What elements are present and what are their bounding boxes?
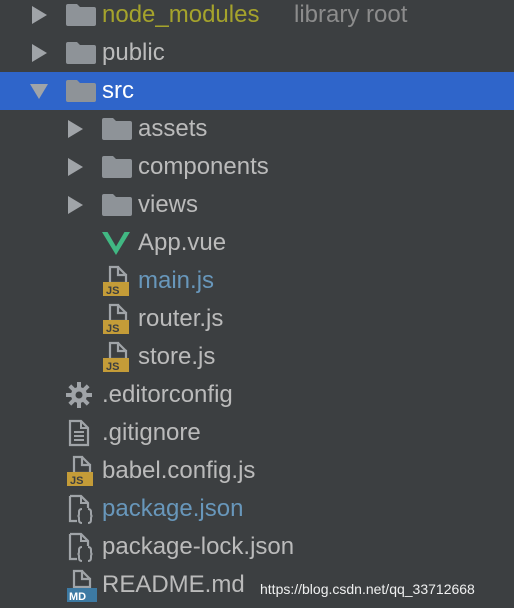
svg-text:MD: MD	[69, 591, 86, 603]
expand-arrow-icon[interactable]	[32, 6, 47, 24]
folder-icon	[102, 118, 132, 140]
text-file-icon	[68, 419, 90, 447]
tree-item-public[interactable]: public	[0, 34, 514, 72]
js-file-icon: JS	[103, 341, 129, 373]
expand-arrow-icon[interactable]	[68, 120, 83, 138]
tree-item-label: package.json	[102, 495, 244, 522]
vue-icon	[102, 232, 130, 255]
gear-icon	[66, 382, 92, 408]
js-file-icon: JS	[67, 455, 93, 487]
svg-text:JS: JS	[70, 475, 83, 487]
tree-item-store-js[interactable]: JS store.js	[0, 338, 514, 376]
tree-item-label: public	[102, 39, 165, 66]
svg-text:JS: JS	[106, 323, 119, 335]
tree-item-label: .gitignore	[102, 419, 201, 446]
expand-arrow-icon[interactable]	[68, 196, 83, 214]
tree-item-label: babel.config.js	[102, 457, 256, 484]
tree-item-src[interactable]: src	[0, 72, 514, 110]
tree-item-label: router.js	[138, 305, 224, 332]
tree-item-label: App.vue	[138, 229, 227, 256]
tree-item-label: package-lock.json	[102, 533, 295, 560]
folder-icon	[102, 156, 132, 178]
tree-item-main-js[interactable]: JS main.js	[0, 262, 514, 300]
tree-item-node-modules[interactable]: node_modules library root	[0, 0, 514, 34]
tree-item-label: assets	[138, 115, 208, 142]
folder-icon	[66, 80, 96, 102]
tree-item-package-json[interactable]: package.json	[0, 490, 514, 528]
tree-item-views[interactable]: views	[0, 186, 514, 224]
tree-item-editorconfig[interactable]: .editorconfig	[0, 376, 514, 414]
markdown-file-icon: MD	[67, 569, 97, 603]
tree-item-label: README.md	[102, 571, 245, 598]
svg-text:JS: JS	[106, 285, 119, 297]
js-file-icon: JS	[103, 265, 129, 297]
js-file-icon: JS	[103, 303, 129, 335]
expand-arrow-icon[interactable]	[68, 158, 83, 176]
tree-item-label: components	[138, 153, 269, 180]
library-root-hint: library root	[294, 1, 408, 28]
tree-item-label: store.js	[138, 343, 216, 370]
folder-icon	[66, 4, 96, 26]
json-file-icon	[68, 532, 93, 562]
collapse-arrow-icon[interactable]	[30, 84, 48, 99]
tree-item-label: src	[102, 77, 134, 104]
tree-item-router-js[interactable]: JS router.js	[0, 300, 514, 338]
project-tree: node_modules library root public src ass…	[0, 0, 514, 608]
tree-item-app-vue[interactable]: App.vue	[0, 224, 514, 262]
folder-icon	[102, 194, 132, 216]
tree-item-gitignore[interactable]: .gitignore	[0, 414, 514, 452]
watermark-text: https://blog.csdn.net/qq_33712668	[260, 581, 475, 597]
tree-item-package-lock-json[interactable]: package-lock.json	[0, 528, 514, 566]
svg-text:JS: JS	[106, 361, 119, 373]
folder-icon	[66, 42, 96, 64]
expand-arrow-icon[interactable]	[32, 44, 47, 62]
tree-item-label: main.js	[138, 267, 215, 294]
json-file-icon	[68, 494, 93, 524]
tree-item-components[interactable]: components	[0, 148, 514, 186]
tree-item-label: views	[138, 191, 199, 218]
tree-item-babel-config-js[interactable]: JS babel.config.js	[0, 452, 514, 490]
tree-item-assets[interactable]: assets	[0, 110, 514, 148]
tree-item-label: node_modules	[102, 1, 260, 28]
tree-item-label: .editorconfig	[102, 381, 233, 408]
